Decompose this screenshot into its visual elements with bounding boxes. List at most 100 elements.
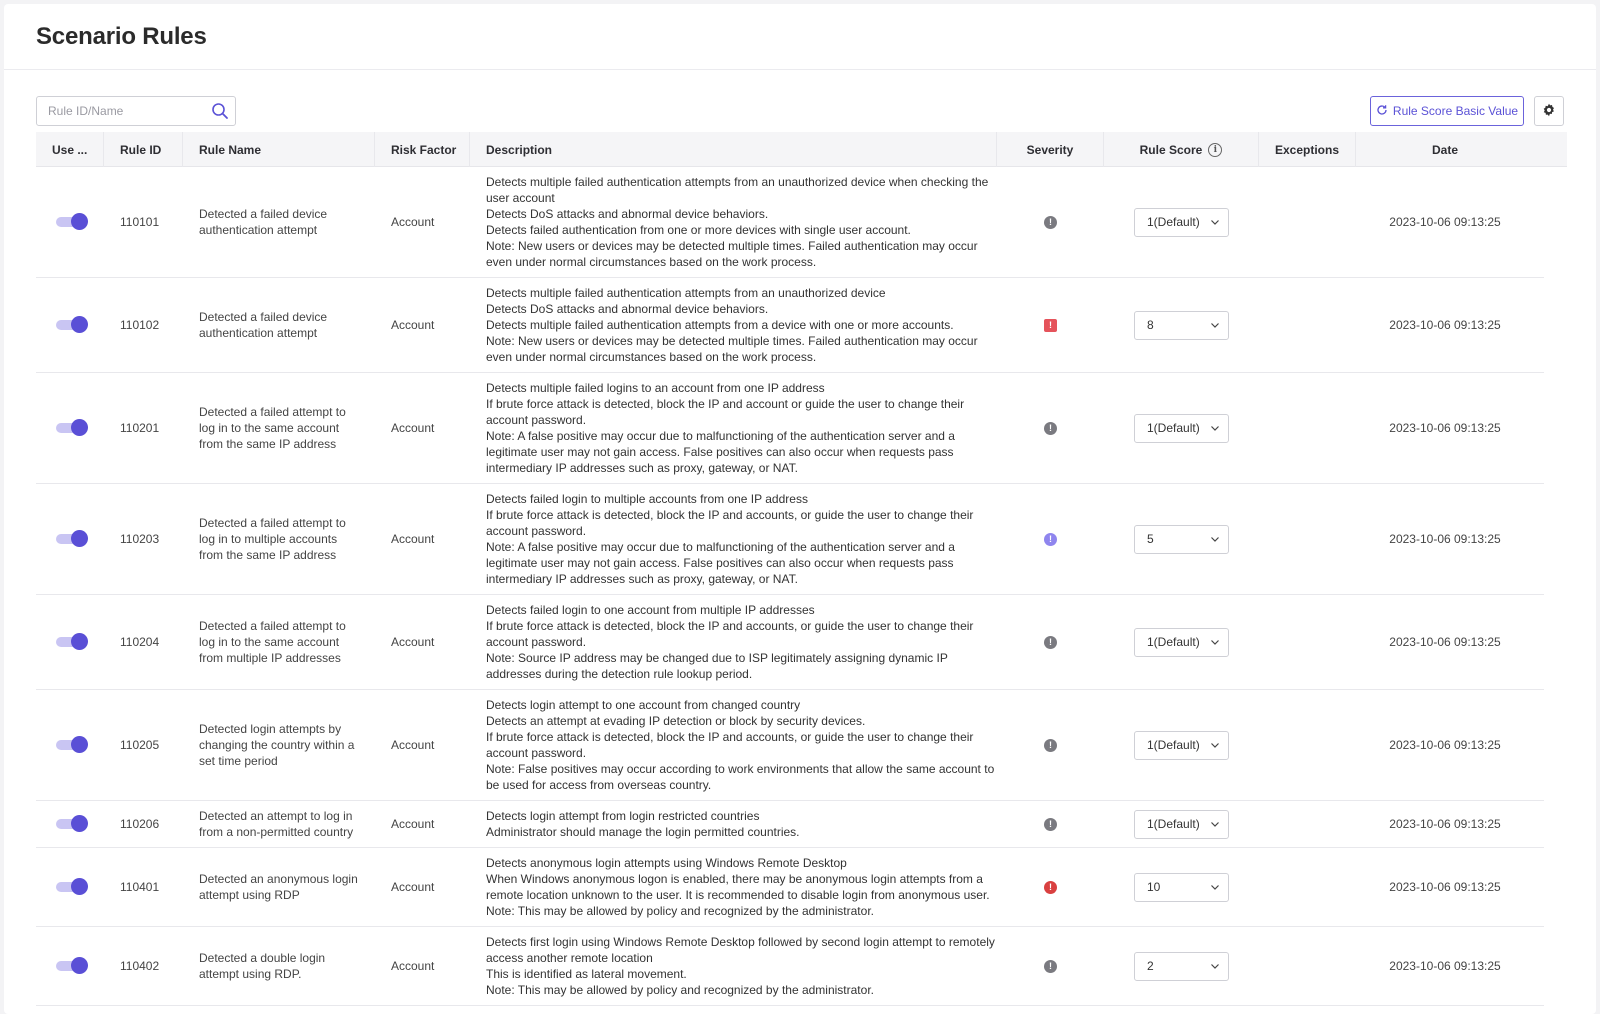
rule-score-cell: 1(Default) xyxy=(1104,373,1259,483)
table-row[interactable]: 110206 Detected an attempt to log in fro… xyxy=(36,801,1544,848)
use-toggle[interactable] xyxy=(56,316,88,333)
rule-score-select[interactable]: 1(Default) xyxy=(1134,627,1229,657)
description-line: If brute force attack is detected, block… xyxy=(486,730,974,760)
rule-name: Detected a failed attempt to log in to t… xyxy=(199,405,346,451)
settings-button[interactable] xyxy=(1534,96,1564,126)
description-line: Note: A false positive may occur due to … xyxy=(486,429,955,475)
use-toggle[interactable] xyxy=(56,530,88,547)
description-line: Administrator should manage the login pe… xyxy=(486,825,800,839)
use-cell xyxy=(36,167,104,277)
chevron-down-icon xyxy=(1211,640,1219,645)
severity-low-icon: ! xyxy=(1044,959,1057,973)
header-rule-score[interactable]: Rule Score i xyxy=(1104,132,1259,167)
description-line: Detects multiple failed logins to an acc… xyxy=(486,381,825,395)
rule-score-basic-value-button[interactable]: Rule Score Basic Value xyxy=(1370,96,1524,126)
description-line: If brute force attack is detected, block… xyxy=(486,397,965,427)
description-line: Note: This may be allowed by policy and … xyxy=(486,904,874,918)
header-exceptions[interactable]: Exceptions xyxy=(1259,132,1356,167)
table-row[interactable]: 110204 Detected a failed attempt to log … xyxy=(36,595,1544,690)
use-cell xyxy=(36,927,104,1005)
rule-score-basic-value-label: Rule Score Basic Value xyxy=(1392,104,1519,118)
header-rule-id[interactable]: Rule ID xyxy=(104,132,183,167)
toggle-knob xyxy=(71,419,88,436)
toggle-knob xyxy=(71,530,88,547)
table-row[interactable]: 110102 Detected a failed device authenti… xyxy=(36,278,1544,373)
table-row[interactable]: 110101 Detected a failed device authenti… xyxy=(36,167,1544,278)
rule-score-select[interactable]: 2 xyxy=(1134,951,1229,981)
date: 2023-10-06 09:13:25 xyxy=(1389,318,1501,332)
header-risk-factor[interactable]: Risk Factor xyxy=(375,132,470,167)
rule-score-select[interactable]: 1(Default) xyxy=(1134,413,1229,443)
table-header: Use ... Rule ID Rule Name Risk Factor De… xyxy=(36,132,1567,167)
exceptions xyxy=(1259,167,1356,277)
description-line: Detects first login using Windows Remote… xyxy=(486,935,995,965)
rule-score-select[interactable]: 5 xyxy=(1134,524,1229,554)
use-toggle[interactable] xyxy=(56,815,88,832)
rule-score-select[interactable]: 1(Default) xyxy=(1134,207,1229,237)
description: Detects multiple failed authentication a… xyxy=(470,278,997,372)
rule-score-value: 2 xyxy=(1147,959,1154,973)
exceptions xyxy=(1259,801,1356,847)
info-icon[interactable]: i xyxy=(1208,142,1223,157)
exceptions xyxy=(1259,595,1356,689)
severity-low-icon: ! xyxy=(1044,215,1057,229)
rule-score-value: 8 xyxy=(1147,318,1154,332)
use-toggle[interactable] xyxy=(56,213,88,230)
use-cell xyxy=(36,278,104,372)
use-toggle[interactable] xyxy=(56,957,88,974)
toggle-knob xyxy=(71,957,88,974)
chevron-down-icon xyxy=(1211,220,1219,225)
header-description[interactable]: Description xyxy=(470,132,997,167)
rule-score-select[interactable]: 10 xyxy=(1134,872,1229,902)
exceptions xyxy=(1259,373,1356,483)
search-input[interactable] xyxy=(37,97,202,125)
description: Detects multiple failed logins to an acc… xyxy=(470,373,997,483)
rule-score-value: 1(Default) xyxy=(1147,817,1200,831)
chevron-down-icon xyxy=(1211,537,1219,542)
rule-score-value: 10 xyxy=(1147,880,1161,894)
rule-name: Detected a failed device authentication … xyxy=(199,207,328,237)
description-line: If brute force attack is detected, block… xyxy=(486,508,974,538)
rules-table: Use ... Rule ID Rule Name Risk Factor De… xyxy=(36,132,1567,1006)
severity-cell: ! xyxy=(997,690,1104,800)
chevron-down-icon xyxy=(1211,743,1219,748)
header-date[interactable]: Date xyxy=(1356,132,1534,167)
rule-score-cell: 2 xyxy=(1104,927,1259,1005)
use-cell xyxy=(36,848,104,926)
rule-score-select[interactable]: 8 xyxy=(1134,310,1229,340)
table-row[interactable]: 110203 Detected a failed attempt to log … xyxy=(36,484,1544,595)
description-line: Detects multiple failed authentication a… xyxy=(486,318,954,332)
severity-cell: ! xyxy=(997,801,1104,847)
use-toggle[interactable] xyxy=(56,633,88,650)
description-line: Detects DoS attacks and abnormal device … xyxy=(486,207,769,221)
rule-score-value: 5 xyxy=(1147,532,1154,546)
rule-name: Detected a double login attempt using RD… xyxy=(199,951,326,981)
description-line: Note: New users or devices may be detect… xyxy=(486,334,978,364)
description-line: Note: False positives may occur accordin… xyxy=(486,762,995,792)
table-row[interactable]: 110401 Detected an anonymous login attem… xyxy=(36,848,1544,927)
header-severity[interactable]: Severity xyxy=(997,132,1104,167)
use-toggle[interactable] xyxy=(56,419,88,436)
severity-low-icon: ! xyxy=(1044,817,1057,831)
rule-score-cell: 1(Default) xyxy=(1104,801,1259,847)
rule-score-select[interactable]: 1(Default) xyxy=(1134,809,1229,839)
use-toggle[interactable] xyxy=(56,878,88,895)
rule-score-cell: 1(Default) xyxy=(1104,690,1259,800)
header-use[interactable]: Use ... xyxy=(36,132,104,167)
header-rule-name[interactable]: Rule Name xyxy=(183,132,375,167)
rule-score-cell: 8 xyxy=(1104,278,1259,372)
search-icon[interactable] xyxy=(211,102,229,120)
rule-score-value: 1(Default) xyxy=(1147,635,1200,649)
use-toggle[interactable] xyxy=(56,736,88,753)
rule-score-value: 1(Default) xyxy=(1147,421,1200,435)
description-line: Detects an attempt at evading IP detecti… xyxy=(486,714,866,728)
rule-score-cell: 1(Default) xyxy=(1104,595,1259,689)
rule-id: 110102 xyxy=(120,318,160,332)
table-row[interactable]: 110205 Detected login attempts by changi… xyxy=(36,690,1544,801)
table-row[interactable]: 110402 Detected a double login attempt u… xyxy=(36,927,1544,1006)
rule-name: Detected a failed device authentication … xyxy=(199,310,328,340)
rule-score-select[interactable]: 1(Default) xyxy=(1134,730,1229,760)
table-row[interactable]: 110201 Detected a failed attempt to log … xyxy=(36,373,1544,484)
description: Detects failed login to one account from… xyxy=(470,595,997,689)
rule-id: 110101 xyxy=(120,215,160,229)
